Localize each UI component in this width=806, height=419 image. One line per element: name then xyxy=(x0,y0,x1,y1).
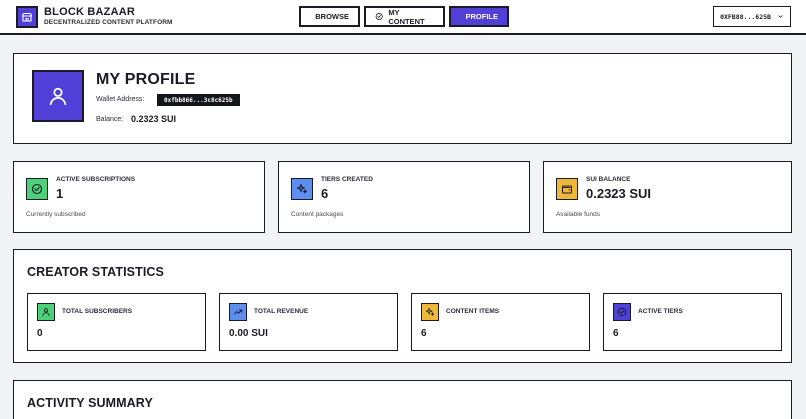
metric-value: 0 xyxy=(37,328,43,339)
nav-my-content-label: MY CONTENT xyxy=(388,7,425,26)
stat-card-sui-balance: SUI BALANCE 0.2323 SUI Available funds xyxy=(543,161,792,233)
nav-browse-label: BROWSE xyxy=(315,12,349,21)
creator-statistics-card: CREATOR STATISTICS TOTAL SUBSCRIBERS 0 T… xyxy=(13,249,792,363)
metric-icon-box xyxy=(37,303,55,321)
check-circle-icon xyxy=(617,307,627,317)
stat-card-tiers-created: TIERS CREATED 6 Content packages xyxy=(278,161,530,233)
check-circle-icon xyxy=(31,183,43,195)
balance-label: Balance: xyxy=(96,116,124,123)
page-title: MY PROFILE xyxy=(96,71,196,88)
avatar xyxy=(32,70,84,122)
wallet-button[interactable]: 0XFB88...625B xyxy=(713,6,791,27)
sparkles-icon xyxy=(297,184,307,194)
nav-profile-button[interactable]: PROFILE xyxy=(449,6,509,27)
wallet-address-label: Wallet Address: xyxy=(96,96,145,103)
stat-caption: Currently subscribed xyxy=(26,211,86,218)
stat-label: TIERS CREATED xyxy=(321,176,373,183)
metric-total-subscribers: TOTAL SUBSCRIBERS 0 xyxy=(27,293,206,351)
check-circle-icon xyxy=(375,13,383,20)
stat-caption: Available funds xyxy=(556,211,600,218)
metric-value: 6 xyxy=(421,328,427,339)
wallet-address-value[interactable]: 0xfbb866...3c8c625b xyxy=(157,94,240,106)
brand-title[interactable]: BLOCK BAZAAR xyxy=(44,6,135,18)
nav-my-content-button[interactable]: MY CONTENT xyxy=(364,6,445,27)
section-title: CREATOR STATISTICS xyxy=(27,265,164,279)
wallet-button-label: 0XFB88...625B xyxy=(720,12,771,21)
metric-content-items: CONTENT ITEMS 6 xyxy=(411,293,590,351)
chevron-down-icon xyxy=(778,15,783,18)
metric-label: TOTAL SUBSCRIBERS xyxy=(62,308,133,315)
sparkles-icon xyxy=(425,307,435,316)
metric-label: CONTENT ITEMS xyxy=(446,308,500,315)
store-logo-icon[interactable] xyxy=(16,6,38,28)
stat-label: ACTIVE SUBSCRIPTIONS xyxy=(56,176,136,183)
stat-icon-box xyxy=(26,178,48,200)
metric-active-tiers: ACTIVE TIERS 6 xyxy=(603,293,782,351)
user-icon xyxy=(49,87,67,106)
metric-icon-box xyxy=(229,303,247,321)
wallet-icon xyxy=(562,185,572,194)
balance-value: 0.2323 SUI xyxy=(131,114,177,124)
stat-caption: Content packages xyxy=(291,211,344,218)
metric-label: TOTAL REVENUE xyxy=(254,308,309,315)
stat-label: SUI BALANCE xyxy=(586,176,631,183)
activity-summary-card: ACTIVITY SUMMARY xyxy=(13,380,792,419)
profile-card: MY PROFILE Wallet Address: 0xfbb866...3c… xyxy=(13,53,792,144)
trending-up-icon xyxy=(233,309,243,315)
metric-value: 0.00 SUI xyxy=(229,328,268,339)
metric-icon-box xyxy=(613,303,631,321)
metric-value: 6 xyxy=(613,328,619,339)
metric-icon-box xyxy=(421,303,439,321)
nav-browse-button[interactable]: BROWSE xyxy=(299,6,360,27)
stat-value: 0.2323 SUI xyxy=(586,186,652,201)
section-title: ACTIVITY SUMMARY xyxy=(27,396,153,410)
top-nav-bar: BLOCK BAZAAR DECENTRALIZED CONTENT PLATF… xyxy=(0,0,806,35)
nav-profile-label: PROFILE xyxy=(465,12,498,21)
brand-subtitle: DECENTRALIZED CONTENT PLATFORM xyxy=(44,19,173,26)
stat-icon-box xyxy=(291,178,313,200)
user-icon xyxy=(42,308,50,317)
stat-value: 6 xyxy=(321,186,329,201)
stat-value: 1 xyxy=(56,186,64,201)
stat-icon-box xyxy=(556,178,578,200)
stat-card-active-subscriptions: ACTIVE SUBSCRIPTIONS 1 Currently subscri… xyxy=(13,161,265,233)
metric-total-revenue: TOTAL REVENUE 0.00 SUI xyxy=(219,293,398,351)
metric-label: ACTIVE TIERS xyxy=(638,308,683,315)
